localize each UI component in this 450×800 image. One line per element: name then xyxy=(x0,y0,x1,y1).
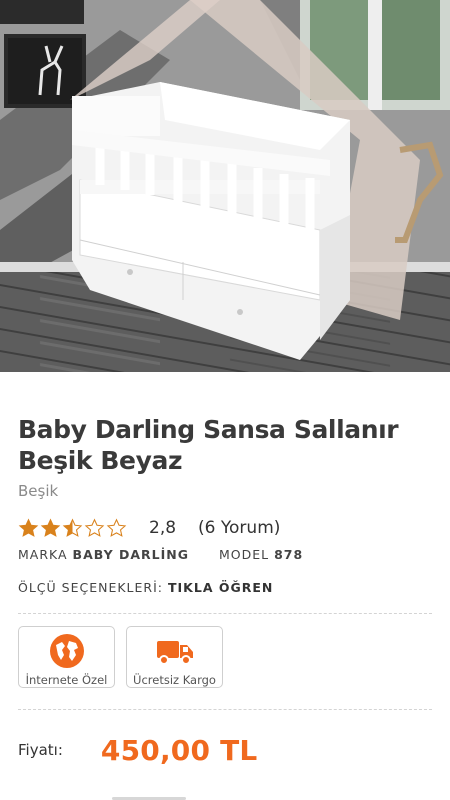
brand-model-line: MARKA BABY DARLİNG MODEL 878 xyxy=(18,547,303,562)
size-options-link[interactable]: TIKLA ÖĞREN xyxy=(168,580,273,595)
rating-row[interactable]: 2,8 (6 Yorum) xyxy=(18,516,280,540)
badge-online-exclusive[interactable]: İnternete Özel xyxy=(18,626,115,688)
crib-photo xyxy=(0,0,450,372)
brand-value[interactable]: BABY DARLİNG xyxy=(73,547,189,562)
badge-label: İnternete Özel xyxy=(25,673,108,687)
badge-label: Ücretsiz Kargo xyxy=(133,673,216,687)
product-image[interactable] xyxy=(0,0,450,372)
star-empty-icon xyxy=(106,517,127,537)
size-options-label: ÖLÇÜ SEÇENEKLERİ: xyxy=(18,580,164,595)
badge-free-shipping[interactable]: Ücretsiz Kargo xyxy=(126,626,223,688)
price-row: Fiyatı: 450,00 TL xyxy=(18,730,257,770)
star-full-icon xyxy=(18,517,39,537)
star-rating xyxy=(18,517,127,539)
star-empty-icon xyxy=(84,517,105,537)
product-title: Baby Darling Sansa Sallanır Beşik Beyaz xyxy=(18,415,399,475)
product-category[interactable]: Beşik xyxy=(18,482,58,500)
divider xyxy=(18,709,432,710)
truck-icon xyxy=(156,641,193,665)
review-count-link[interactable]: (6 Yorum) xyxy=(198,518,280,538)
star-full-icon xyxy=(40,517,61,537)
model-value: 878 xyxy=(274,547,304,562)
brand-label: MARKA xyxy=(18,547,68,562)
globe-icon xyxy=(49,634,84,668)
price-value: 450,00 TL xyxy=(100,733,258,767)
price-label: Fiyatı: xyxy=(18,741,63,759)
size-options-line: ÖLÇÜ SEÇENEKLERİ: TIKLA ÖĞREN xyxy=(18,580,273,595)
star-half-icon xyxy=(62,517,83,537)
rating-value: 2,8 xyxy=(149,518,177,538)
divider xyxy=(18,613,432,614)
model-label: MODEL xyxy=(218,547,270,562)
